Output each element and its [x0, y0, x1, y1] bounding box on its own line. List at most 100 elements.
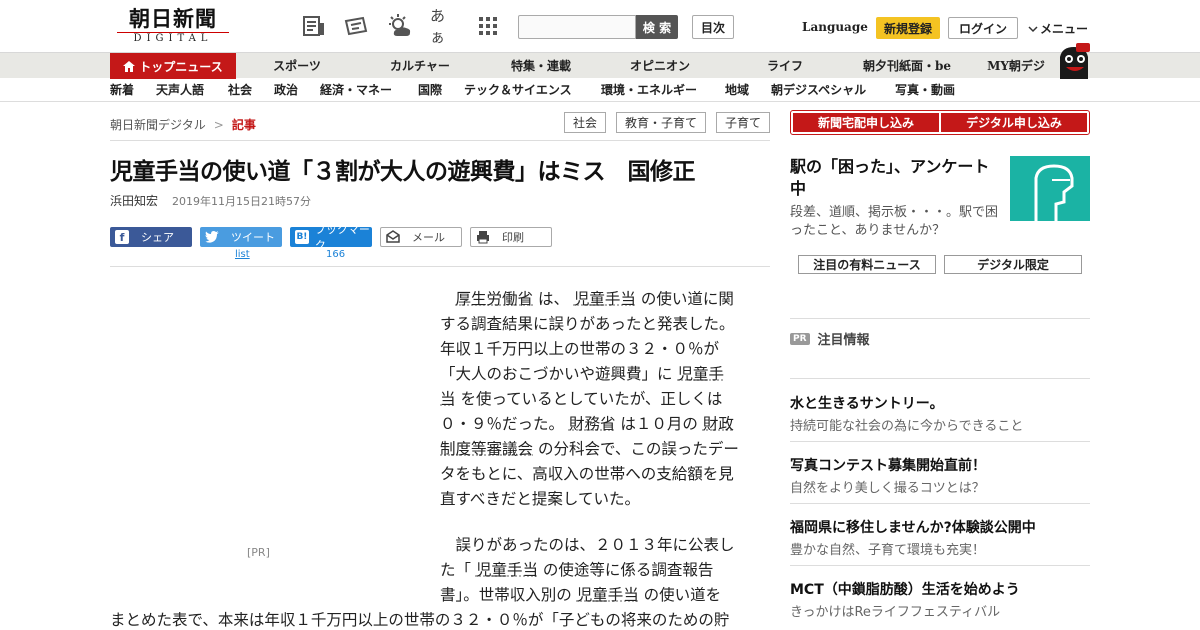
- breadcrumb: 朝日新聞デジタル > 記事: [110, 116, 256, 133]
- ad-description[interactable]: きっかけはReライフフェスティバル: [790, 601, 1000, 620]
- subnav-item-environment[interactable]: 環境・エネルギー: [601, 81, 697, 98]
- breadcrumb-site[interactable]: 朝日新聞デジタル: [110, 116, 206, 133]
- language-link[interactable]: Language: [802, 20, 868, 34]
- article-text: は、: [533, 290, 574, 308]
- tag-childcare[interactable]: 子育て: [716, 112, 770, 133]
- hatena-count[interactable]: 166: [326, 249, 345, 260]
- article-line: 書」。世帯収入別の 児童手当 の使い道を: [440, 583, 770, 608]
- subnav-item-special[interactable]: 朝デジスペシャル: [771, 81, 866, 98]
- subscribe-box: 新聞宅配申し込み デジタル申し込み: [790, 110, 1090, 135]
- facebook-share-button[interactable]: f シェア: [110, 227, 192, 247]
- article-byline: 浜田知宏 2019年11月15日21時57分: [110, 192, 311, 209]
- pr-badge: PR: [790, 332, 810, 345]
- subnav-item-society[interactable]: 社会: [228, 81, 252, 98]
- twitter-count[interactable]: list: [235, 249, 250, 260]
- ticket-icon[interactable]: [342, 13, 370, 39]
- login-button[interactable]: ログイン: [948, 17, 1018, 39]
- search-button[interactable]: 検 索: [636, 15, 678, 39]
- site-header: 朝日新聞 DIGITAL あぁ 検 索 目次 Language 新規登録 ログイ…: [0, 0, 1200, 52]
- ad-title[interactable]: 福岡県に移住しませんか?体験談公開中: [790, 517, 1036, 537]
- twitter-share-label: ツイート: [231, 231, 275, 244]
- twitter-icon: [205, 231, 219, 243]
- subnav-item-photo[interactable]: 写真・動画: [895, 81, 955, 98]
- article-line: 当 を使っているとしていたが、正しくは: [440, 387, 770, 412]
- tag-society[interactable]: 社会: [564, 112, 606, 133]
- tag-education[interactable]: 教育・子育て: [616, 112, 706, 133]
- tab-paid-news[interactable]: 注目の有料ニュース: [798, 255, 936, 274]
- subnav-item-international[interactable]: 国際: [418, 81, 442, 98]
- twitter-share-button[interactable]: ツイート: [200, 227, 282, 247]
- breadcrumb-separator: >: [213, 117, 224, 132]
- keyword-link[interactable]: 制度等審議会: [440, 440, 533, 458]
- nav-item-my[interactable]: MY朝デジ: [980, 53, 1052, 79]
- keyword-link[interactable]: 財務省: [569, 415, 616, 433]
- nav-top-news[interactable]: トップニュース: [110, 53, 236, 79]
- nav-item-culture[interactable]: カルチャー: [378, 53, 462, 79]
- article-text: タをもとに、高収入の世帯への支給額を見: [440, 465, 734, 483]
- hatena-icon: B!: [295, 230, 309, 244]
- search-input[interactable]: [518, 15, 636, 39]
- ad-description[interactable]: 自然をより美しく撮るコツとは？: [790, 477, 985, 496]
- promo-image[interactable]: [1010, 156, 1090, 221]
- subnav-item-economy[interactable]: 経済・マネー: [320, 81, 392, 98]
- article-title: 児童手当の使い道「３割が大人の遊興費」はミス 国修正: [110, 158, 696, 185]
- site-logo[interactable]: 朝日新聞 DIGITAL: [117, 8, 229, 46]
- article-text: た「: [440, 561, 476, 579]
- keyword-link[interactable]: 児童手当: [476, 561, 538, 579]
- mail-share-button[interactable]: メール: [380, 227, 462, 247]
- subnav-item-politics[interactable]: 政治: [274, 81, 298, 98]
- sub-nav: 新着 天声人語 社会 政治 経済・マネー 国際 テック＆サイエンス 環境・エネル…: [0, 78, 1200, 102]
- promo-title[interactable]: 駅の「困った」、アンケート中: [790, 156, 1004, 200]
- mail-share-label: メール: [412, 231, 445, 244]
- ad-description[interactable]: 豊かな自然、子育て環境も充実！: [790, 539, 985, 558]
- nav-item-opinion[interactable]: オピニオン: [620, 53, 700, 79]
- keyword-link[interactable]: 児童手: [677, 365, 724, 383]
- nav-item-paper[interactable]: 朝夕刊紙面・be: [852, 53, 962, 79]
- print-icon: [477, 231, 489, 244]
- keyword-link[interactable]: 児童手当: [574, 290, 636, 308]
- subnav-item-tenseijingo[interactable]: 天声人語: [156, 81, 204, 98]
- article-paragraph: 誤りがあったのは、２０１３年に公表し た「 児童手当 の使途等に係る調査報告 書」。…: [440, 533, 770, 608]
- print-button[interactable]: 印刷: [470, 227, 552, 247]
- print-label: 印刷: [502, 231, 524, 244]
- ad-title[interactable]: MCT（中鎖脂肪酸）生活を始めよう: [790, 579, 1020, 599]
- keyword-link[interactable]: 厚生労働省: [456, 290, 534, 308]
- newspaper-icon[interactable]: [300, 13, 328, 39]
- font-size-icon[interactable]: あぁ: [430, 7, 458, 46]
- ad-description[interactable]: 持続可能な社会の為に今からできること: [790, 415, 1023, 434]
- nav-item-life[interactable]: ライフ: [756, 53, 814, 79]
- nav-item-sports[interactable]: スポーツ: [260, 53, 334, 79]
- article-line: 「大人のおこづかいや遊興費」に 児童手: [440, 362, 770, 387]
- mascot-icon[interactable]: [1054, 43, 1092, 79]
- article-paragraph: 厚生労働省 は、 児童手当 の使い道に関 する調査結果に誤りがあったと発表した。年…: [440, 287, 770, 512]
- newspaper-subscribe-button[interactable]: 新聞宅配申し込み: [793, 113, 939, 132]
- ad-title[interactable]: 水と生きるサントリー。: [790, 393, 944, 413]
- article-line: ０・９％だった。 財務省 は１０月の 財政: [440, 412, 770, 437]
- ad-title[interactable]: 写真コンテスト募集開始直前！: [790, 455, 986, 475]
- keyword-link[interactable]: 当: [440, 390, 456, 408]
- tab-digital-only[interactable]: デジタル限定: [944, 255, 1082, 274]
- article-text: [440, 290, 456, 308]
- weather-icon[interactable]: [386, 13, 414, 39]
- subnav-item-region[interactable]: 地域: [725, 81, 749, 98]
- subnav-item-tech[interactable]: テック＆サイエンス: [464, 81, 572, 98]
- menu-button[interactable]: メニュー: [1028, 20, 1088, 37]
- promo-face-icon: [1034, 164, 1074, 221]
- nav-top-news-label: トップニュース: [139, 59, 223, 74]
- promo-description: 段差、道順、掲示板・・・。駅で困ったこと、ありませんか？: [790, 205, 999, 238]
- breadcrumb-current: 記事: [231, 118, 256, 132]
- keyword-link[interactable]: 児童手当: [577, 586, 639, 604]
- hatena-bookmark-button[interactable]: B! ブックマーク: [290, 223, 372, 252]
- article-text: を使っているとしていたが、正しくは: [455, 390, 723, 408]
- toc-button[interactable]: 目次: [692, 15, 734, 39]
- subnav-item-latest[interactable]: 新着: [110, 81, 134, 98]
- menu-label: メニュー: [1040, 22, 1089, 36]
- divider: [110, 140, 770, 141]
- nav-item-features[interactable]: 特集・連載: [500, 53, 582, 79]
- keyword-link[interactable]: 財政: [703, 415, 734, 433]
- register-button[interactable]: 新規登録: [876, 17, 940, 39]
- apps-grid-icon[interactable]: [474, 13, 502, 39]
- mail-icon: [386, 230, 400, 243]
- article-paragraph-line: まとめた表で、本来は年収１千万円以上の世帯の３２・０％が「子どもの将来のための貯: [110, 611, 730, 629]
- digital-subscribe-button[interactable]: デジタル申し込み: [941, 113, 1087, 132]
